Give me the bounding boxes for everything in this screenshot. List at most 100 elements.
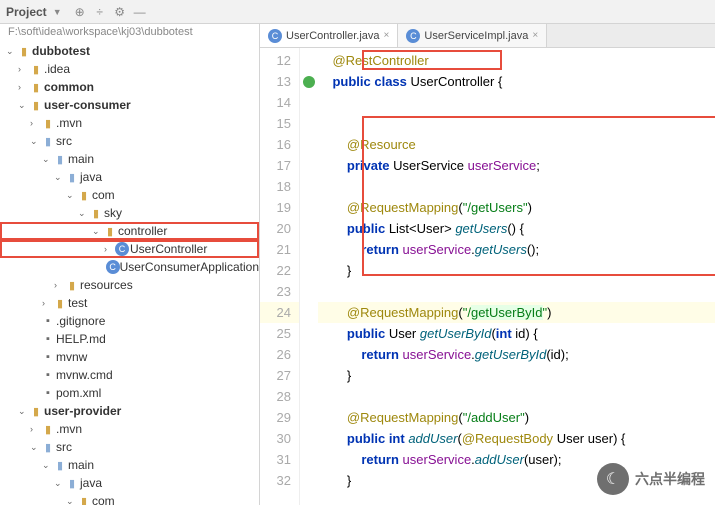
expand-arrow-icon[interactable]: ›	[18, 64, 28, 74]
tree-item[interactable]: ⌄▮main	[0, 150, 259, 168]
tree-item[interactable]: ›▮.idea	[0, 60, 259, 78]
code-line[interactable]: @Resource	[318, 134, 715, 155]
tree-item[interactable]: ▪mvnw.cmd	[0, 366, 259, 384]
editor-tab[interactable]: CUserController.java×	[260, 24, 398, 47]
settings-icon[interactable]: ⚙	[112, 4, 128, 20]
tree-item[interactable]: CUserConsumerApplication	[0, 258, 259, 276]
expand-arrow-icon[interactable]: ›	[42, 298, 52, 308]
code-line[interactable]: public int addUser(@RequestBody User use…	[318, 428, 715, 449]
expand-arrow-icon[interactable]: ⌄	[78, 208, 88, 219]
close-icon[interactable]: ×	[384, 30, 390, 41]
code-line[interactable]: @RequestMapping("/getUsers")	[318, 197, 715, 218]
hide-icon[interactable]: —	[132, 4, 148, 20]
class-icon: C	[114, 242, 130, 256]
tree-item-label: mvnw.cmd	[56, 368, 113, 382]
tree-item[interactable]: ⌄▮com	[0, 492, 259, 505]
expand-arrow-icon[interactable]: ⌄	[6, 46, 16, 57]
tree-item[interactable]: ›▮common	[0, 78, 259, 96]
dropdown-icon[interactable]: ▼	[53, 7, 62, 17]
expand-arrow-icon[interactable]: ⌄	[42, 154, 52, 165]
code-line[interactable]: @RestController	[318, 50, 715, 71]
project-toolbar: Project ▼ ⊕ ÷ ⚙ —	[0, 0, 715, 24]
file-icon: ▪	[40, 369, 56, 381]
code-line[interactable]	[318, 176, 715, 197]
select-opened-icon[interactable]: ⊕	[72, 4, 88, 20]
line-number: 19	[260, 197, 299, 218]
code-line[interactable]	[318, 386, 715, 407]
expand-arrow-icon[interactable]: ⌄	[42, 460, 52, 471]
expand-arrow-icon[interactable]: ⌄	[30, 442, 40, 453]
code-line[interactable]	[318, 281, 715, 302]
line-number: 20	[260, 218, 299, 239]
tree-item[interactable]: ▪pom.xml	[0, 384, 259, 402]
code-line[interactable]: return userService.getUserById(id);	[318, 344, 715, 365]
line-number: 28	[260, 386, 299, 407]
tree-item[interactable]: ›▮.mvn	[0, 114, 259, 132]
tree-item-label: main	[68, 152, 94, 166]
editor-tabs[interactable]: CUserController.java×CUserServiceImpl.ja…	[260, 24, 715, 48]
tree-item[interactable]: ⌄▮sky	[0, 204, 259, 222]
tree-item[interactable]: ›▮test	[0, 294, 259, 312]
code-line[interactable]	[318, 92, 715, 113]
tree-item[interactable]: ›▮.mvn	[0, 420, 259, 438]
code-line[interactable]: public List<User> getUsers() {	[318, 218, 715, 239]
tree-item[interactable]: ⌄▮user-consumer	[0, 96, 259, 114]
project-sidebar[interactable]: F:\soft\idea\workspace\kj03\dubbotest ⌄▮…	[0, 24, 260, 505]
code-line[interactable]: private UserService userService;	[318, 155, 715, 176]
tree-item[interactable]: ⌄▮java	[0, 168, 259, 186]
line-number: 27	[260, 365, 299, 386]
expand-arrow-icon[interactable]: ›	[30, 118, 40, 128]
code-line[interactable]: @RequestMapping("/addUser")	[318, 407, 715, 428]
expand-arrow-icon[interactable]: ⌄	[18, 100, 28, 111]
tree-item[interactable]: ⌄▮user-provider	[0, 402, 259, 420]
code-line[interactable]: }	[318, 260, 715, 281]
expand-arrow-icon[interactable]: ⌄	[92, 226, 102, 237]
tree-item[interactable]: ⌄▮src	[0, 438, 259, 456]
code-line[interactable]: public class UserController {	[318, 71, 715, 92]
tree-item[interactable]: ⌄▮src	[0, 132, 259, 150]
project-tree[interactable]: ⌄▮dubbotest›▮.idea›▮common⌄▮user-consume…	[0, 40, 259, 505]
class-icon: C	[106, 260, 120, 274]
tree-item[interactable]: ⌄▮com	[0, 186, 259, 204]
expand-arrow-icon[interactable]: ⌄	[54, 478, 64, 489]
collapse-icon[interactable]: ÷	[92, 4, 108, 20]
expand-arrow-icon[interactable]: ⌄	[30, 136, 40, 147]
tree-item[interactable]: ⌄▮main	[0, 456, 259, 474]
tree-item[interactable]: ›CUserController	[0, 240, 259, 258]
code-content[interactable]: @RestController public class UserControl…	[318, 48, 715, 505]
folder-icon: ▮	[16, 45, 32, 58]
expand-arrow-icon[interactable]: ›	[54, 280, 64, 290]
expand-arrow-icon[interactable]: ⌄	[18, 406, 28, 417]
editor-tab[interactable]: CUserServiceImpl.java×	[398, 24, 547, 47]
tree-item[interactable]: ⌄▮java	[0, 474, 259, 492]
folder-open-icon: ▮	[52, 459, 68, 472]
panel-title: Project	[6, 5, 47, 19]
file-icon: ▪	[40, 387, 56, 399]
folder-icon: ▮	[40, 117, 56, 130]
expand-arrow-icon[interactable]: ›	[104, 244, 114, 254]
expand-arrow-icon[interactable]: ⌄	[54, 172, 64, 183]
tree-item-label: com	[92, 494, 115, 505]
expand-arrow-icon[interactable]: ⌄	[66, 496, 76, 505]
code-line[interactable]	[318, 113, 715, 134]
file-icon: ▪	[40, 315, 56, 327]
tree-item[interactable]: ⌄▮dubbotest	[0, 42, 259, 60]
close-icon[interactable]: ×	[532, 30, 538, 41]
code-editor[interactable]: 1213141516171819202122232425262728293031…	[260, 48, 715, 505]
tree-item-label: .mvn	[56, 116, 82, 130]
tree-item[interactable]: ▪HELP.md	[0, 330, 259, 348]
tree-item[interactable]: ▪.gitignore	[0, 312, 259, 330]
expand-arrow-icon[interactable]: ›	[18, 82, 28, 92]
folder-icon: ▮	[52, 297, 68, 310]
code-line[interactable]: return userService.getUsers();	[318, 239, 715, 260]
code-line[interactable]: public User getUserById(int id) {	[318, 323, 715, 344]
tree-item-label: mvnw	[56, 350, 87, 364]
expand-arrow-icon[interactable]: ⌄	[66, 190, 76, 201]
line-number: 15	[260, 113, 299, 134]
expand-arrow-icon[interactable]: ›	[30, 424, 40, 434]
code-line[interactable]: @RequestMapping("/getUserById")	[318, 302, 715, 323]
tree-item[interactable]: ⌄▮controller	[0, 222, 259, 240]
code-line[interactable]: }	[318, 365, 715, 386]
tree-item[interactable]: ▪mvnw	[0, 348, 259, 366]
tree-item[interactable]: ›▮resources	[0, 276, 259, 294]
